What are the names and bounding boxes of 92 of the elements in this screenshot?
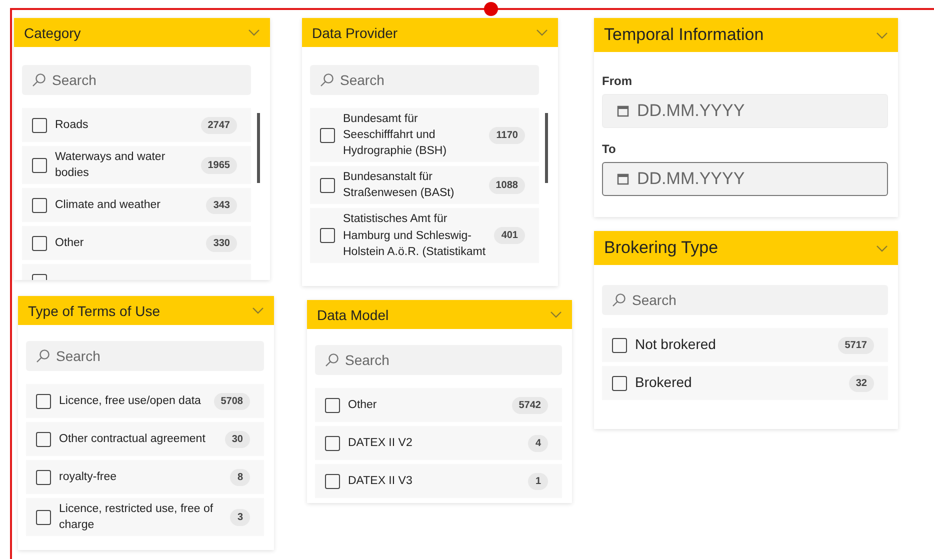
search-icon bbox=[36, 349, 50, 363]
search-placeholder: Search bbox=[632, 292, 676, 308]
search-placeholder: Search bbox=[52, 72, 96, 88]
checkbox[interactable] bbox=[36, 510, 51, 525]
calendar-icon bbox=[617, 105, 629, 117]
filter-option[interactable]: Other 5742 bbox=[315, 388, 562, 422]
chevron-icon[interactable] bbox=[252, 307, 264, 314]
search-placeholder: Search bbox=[56, 348, 100, 364]
search-field[interactable]: Search bbox=[315, 345, 562, 375]
filter-option[interactable]: Bundesanstalt für Straßenwesen (BASt) 1088 bbox=[310, 166, 539, 204]
search-placeholder: Search bbox=[345, 352, 390, 368]
field-label: From bbox=[602, 74, 633, 88]
panel-header[interactable]: Temporal Information bbox=[594, 18, 898, 52]
field-label: To bbox=[602, 142, 617, 156]
chevron-icon[interactable] bbox=[876, 244, 888, 252]
checkbox[interactable] bbox=[320, 128, 335, 143]
count-badge: 8 bbox=[230, 468, 250, 486]
count-badge: 2747 bbox=[200, 116, 237, 134]
calendar-icon bbox=[617, 173, 629, 185]
date-placeholder: DD.MM.YYYY bbox=[637, 101, 745, 121]
panel-title: Temporal Information bbox=[604, 25, 764, 45]
chevron-icon[interactable] bbox=[876, 32, 888, 38]
count-badge: 5717 bbox=[838, 336, 874, 354]
panel-title: Data Provider bbox=[312, 24, 398, 40]
filter-option[interactable]: Roads 2747 bbox=[22, 108, 251, 142]
filter-option[interactable]: Not brokered 5717 bbox=[602, 328, 888, 362]
filter-option[interactable]: royalty-free 8 bbox=[26, 460, 264, 494]
search-field[interactable]: Search bbox=[22, 65, 251, 95]
search-field[interactable]: Search bbox=[310, 65, 539, 95]
search-icon bbox=[32, 73, 46, 87]
date-placeholder: DD.MM.YYYY bbox=[637, 169, 745, 189]
count-badge: 30 bbox=[224, 430, 250, 448]
count-badge: 1170 bbox=[489, 126, 525, 144]
chevron-icon[interactable] bbox=[248, 29, 260, 36]
panel-header[interactable]: Data Provider bbox=[302, 18, 558, 47]
count-badge: 4 bbox=[528, 434, 548, 452]
checkbox[interactable] bbox=[320, 178, 335, 193]
panel-header[interactable]: Category bbox=[14, 18, 270, 47]
filter-option[interactable]: DATEX II V2 4 bbox=[315, 426, 562, 460]
checkbox[interactable] bbox=[36, 470, 51, 484]
checkbox[interactable] bbox=[325, 398, 340, 412]
count-badge: 330 bbox=[206, 234, 237, 252]
count-badge: 1088 bbox=[488, 176, 525, 194]
filter-option[interactable]: DATEX II V3 1 bbox=[315, 464, 562, 498]
checkbox[interactable] bbox=[32, 236, 47, 251]
checkbox[interactable] bbox=[36, 394, 51, 408]
filter-option[interactable]: Brokered 32 bbox=[602, 366, 888, 400]
chevron-icon[interactable] bbox=[550, 311, 562, 318]
filter-option[interactable]: Waterways and water bodies 1965 bbox=[22, 146, 251, 184]
panel-header[interactable]: Data Model bbox=[307, 300, 572, 329]
count-badge: 1 bbox=[528, 472, 548, 490]
chevron-icon[interactable] bbox=[536, 29, 548, 36]
checkbox[interactable] bbox=[36, 432, 51, 446]
checkbox[interactable] bbox=[32, 118, 47, 132]
scrollbar[interactable] bbox=[257, 113, 260, 183]
filter-option[interactable]: Other 330 bbox=[22, 226, 251, 260]
filter-option[interactable]: Bundesamt für Seeschifffahrt und Hydrographie (BSH) 1170 bbox=[310, 108, 539, 162]
search-placeholder: Search bbox=[340, 72, 384, 88]
search-icon bbox=[325, 353, 339, 367]
date-field[interactable]: DD.MM.YYYY bbox=[602, 94, 888, 128]
filter-option[interactable]: Licence, restricted use, free of charge 3 bbox=[26, 498, 264, 536]
count-badge: 3 bbox=[230, 508, 250, 526]
panel-header[interactable]: Type of Terms of Use bbox=[18, 296, 274, 325]
filter-option[interactable]: Climate and weather 343 bbox=[22, 188, 251, 222]
search-icon bbox=[320, 73, 334, 87]
count-badge: 1965 bbox=[200, 156, 237, 174]
checkbox[interactable] bbox=[32, 158, 47, 173]
scrollbar[interactable] bbox=[545, 113, 548, 183]
count-badge: 5708 bbox=[214, 392, 250, 410]
panel-header[interactable]: Brokering Type bbox=[594, 231, 898, 265]
filter-option[interactable]: Other contractual agreement 30 bbox=[26, 422, 264, 456]
panel-title: Category bbox=[24, 24, 81, 40]
checkbox[interactable] bbox=[320, 228, 335, 244]
count-badge: 32 bbox=[848, 374, 874, 392]
panel-title: Type of Terms of Use bbox=[28, 302, 160, 318]
panel-title: Data Model bbox=[317, 306, 389, 322]
checkbox[interactable] bbox=[612, 376, 627, 390]
count-badge: 401 bbox=[494, 227, 525, 244]
checkbox[interactable] bbox=[325, 474, 340, 488]
checkbox[interactable] bbox=[325, 436, 340, 450]
marker-dot bbox=[484, 2, 498, 16]
search-icon bbox=[612, 293, 626, 307]
filter-option[interactable]: Statistisches Amt für Hamburg und Schleswig-Holstein A.ö.R. (Statistikamt 401 bbox=[310, 208, 539, 263]
date-field[interactable]: DD.MM.YYYY bbox=[602, 162, 888, 196]
search-field[interactable]: Search bbox=[26, 341, 264, 371]
filter-option[interactable]: Licence, free use/open data 5708 bbox=[26, 384, 264, 418]
checkbox[interactable] bbox=[32, 198, 47, 213]
search-field[interactable]: Search bbox=[602, 285, 888, 315]
checkbox[interactable] bbox=[612, 338, 627, 352]
count-badge: 5742 bbox=[512, 396, 548, 414]
panel-title: Brokering Type bbox=[604, 238, 718, 258]
count-badge: 343 bbox=[206, 196, 237, 214]
